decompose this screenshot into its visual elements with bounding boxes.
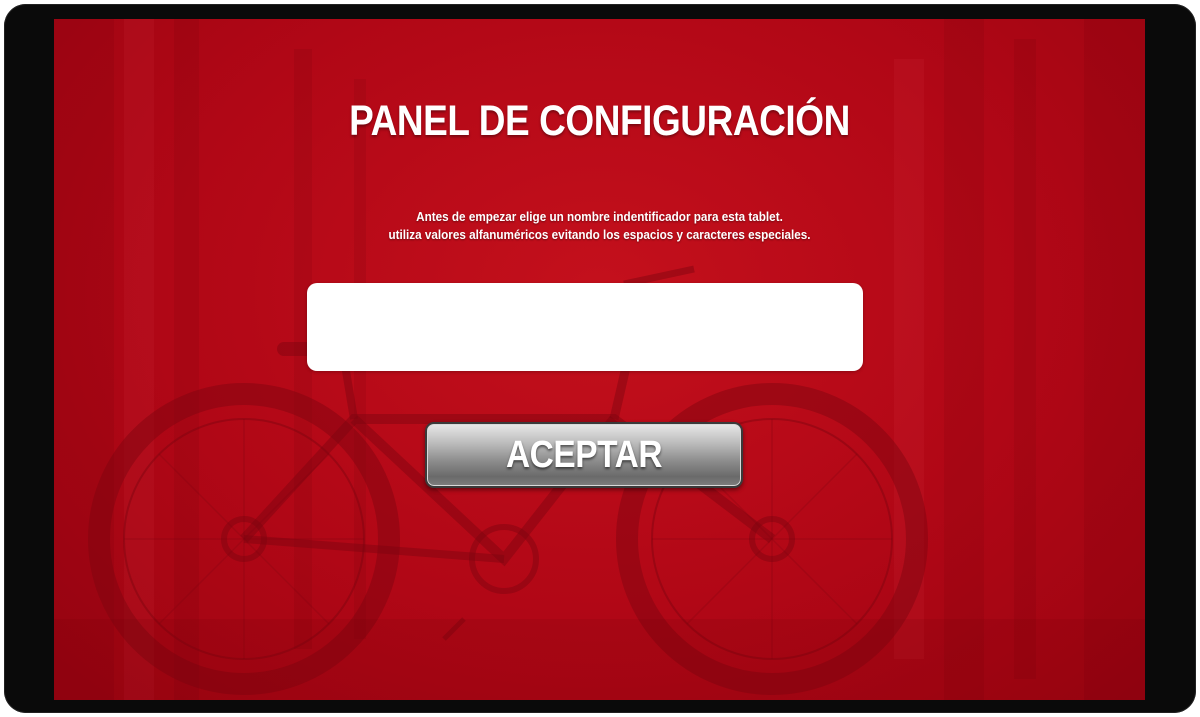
instructions-line-2: utiliza valores alfanuméricos evitando l… bbox=[388, 227, 811, 242]
instructions-text: Antes de empezar elige un nombre indenti… bbox=[109, 208, 1091, 244]
page-title: PANEL DE CONFIGURACIÓN bbox=[349, 97, 850, 145]
tablet-name-input[interactable] bbox=[307, 283, 863, 371]
instructions-line-1: Antes de empezar elige un nombre indenti… bbox=[416, 209, 783, 224]
accept-button[interactable]: ACEPTAR bbox=[425, 422, 743, 488]
config-screen: PANEL DE CONFIGURACIÓN Antes de empezar … bbox=[54, 19, 1145, 700]
accept-button-label: ACEPTAR bbox=[505, 434, 663, 476]
tablet-frame: PANEL DE CONFIGURACIÓN Antes de empezar … bbox=[4, 4, 1196, 713]
